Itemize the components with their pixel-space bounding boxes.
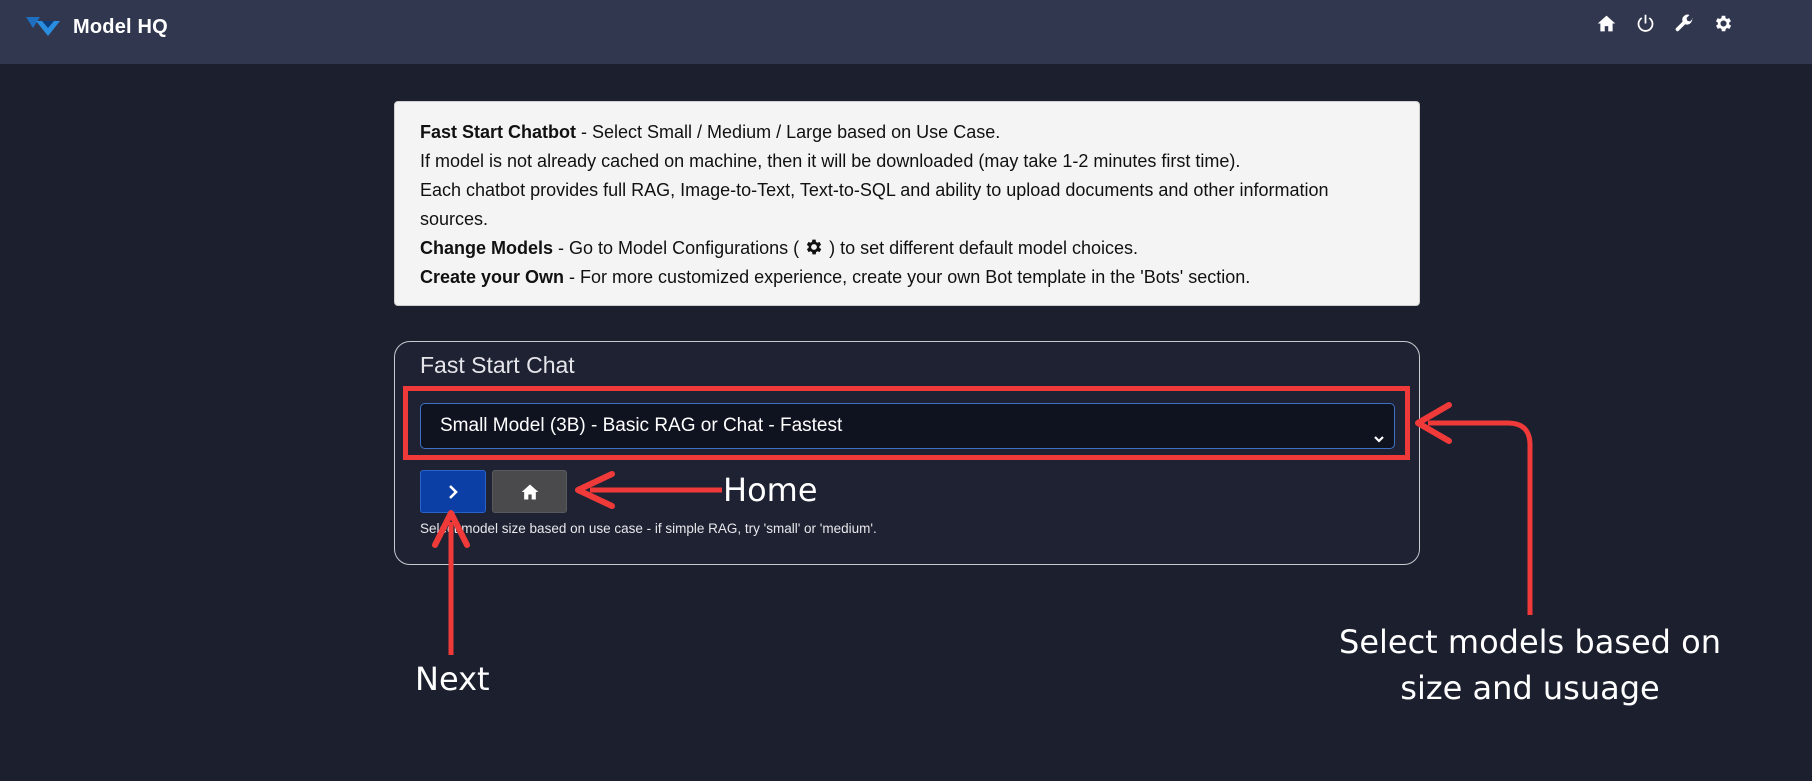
info-panel: Fast Start Chatbot - Select Small / Medi… bbox=[394, 101, 1420, 306]
info-line-create-own: Create your Own - For more customized ex… bbox=[420, 263, 1395, 292]
home-icon bbox=[521, 484, 538, 499]
home-icon[interactable] bbox=[1594, 11, 1618, 35]
info-line-fast-start: Fast Start Chatbot - Select Small / Medi… bbox=[420, 118, 1395, 147]
card-title: Fast Start Chat bbox=[420, 352, 575, 378]
gear-icon[interactable] bbox=[1711, 11, 1735, 35]
info-change-models-heading: Change Models bbox=[420, 238, 554, 258]
brand[interactable]: Model HQ bbox=[26, 13, 168, 41]
next-button[interactable] bbox=[420, 470, 486, 513]
info-change-models-pre: - Go to Model Configurations ( bbox=[553, 238, 805, 258]
top-navbar: Model HQ bbox=[0, 0, 1812, 64]
model-hq-logo-icon bbox=[26, 17, 60, 37]
info-change-models-post: ) to set different default model choices… bbox=[824, 238, 1138, 258]
annotation-select-label: Select models based on size and usuage bbox=[1339, 623, 1721, 707]
info-fast-start-heading: Fast Start Chatbot bbox=[420, 122, 577, 142]
info-line-change-models: Change Models - Go to Model Configuratio… bbox=[420, 234, 1395, 263]
select-arrow bbox=[1415, 402, 1533, 615]
info-fast-start-text: - Select Small / Medium / Large based on… bbox=[576, 122, 1001, 142]
annotation-next-label: Next bbox=[415, 660, 490, 698]
info-line-features: Each chatbot provides full RAG, Image-to… bbox=[420, 180, 1329, 229]
home-button[interactable] bbox=[492, 470, 567, 513]
gear-icon bbox=[804, 237, 824, 257]
annotation-home-label: Home bbox=[723, 471, 818, 509]
power-icon[interactable] bbox=[1633, 11, 1657, 35]
brand-title: Model HQ bbox=[73, 15, 168, 38]
info-line-cache: If model is not already cached on machin… bbox=[420, 151, 1241, 171]
chevron-right-icon bbox=[449, 484, 458, 499]
model-help-text: Select model size based on use case - if… bbox=[420, 521, 877, 536]
navbar-actions bbox=[1594, 11, 1735, 35]
wrench-icon[interactable] bbox=[1672, 11, 1696, 35]
select-highlight-box bbox=[403, 386, 1410, 460]
info-create-own-heading: Create your Own bbox=[420, 267, 565, 287]
info-create-own-text: - For more customized experience, create… bbox=[564, 267, 1251, 287]
